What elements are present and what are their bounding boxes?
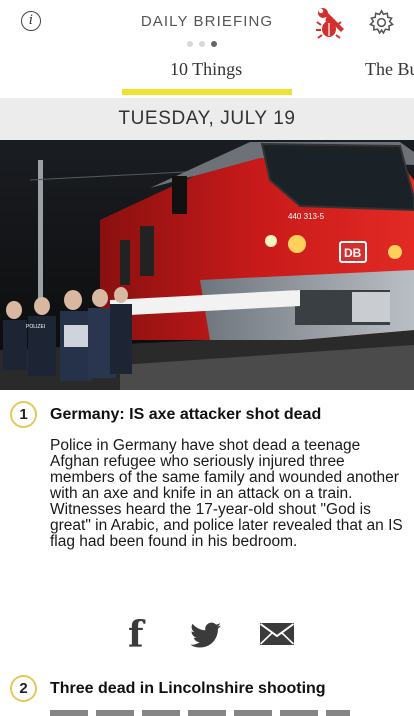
page-dot-active bbox=[211, 41, 217, 47]
hero-image: 440 313-5 DB POLIZEI bbox=[0, 140, 414, 390]
date-header: TUESDAY, JULY 19 bbox=[0, 98, 414, 140]
page-dot bbox=[187, 41, 193, 47]
page-dots bbox=[187, 34, 223, 47]
facebook-glyph: f bbox=[128, 616, 146, 652]
facebook-icon[interactable]: f bbox=[125, 616, 147, 652]
story-number-badge: 2 bbox=[10, 675, 37, 702]
page-title: DAILY BRIEFING bbox=[140, 13, 274, 30]
active-tab-indicator bbox=[122, 89, 292, 95]
story-body: Police in Germany have shot dead a teena… bbox=[50, 437, 403, 550]
tab-10-things[interactable]: 10 Things bbox=[170, 59, 242, 80]
story-title[interactable]: Three dead in Lincolnshire shooting bbox=[50, 680, 326, 698]
story-item[interactable]: 1 Germany: IS axe attacker shot dead Pol… bbox=[0, 400, 414, 610]
top-bar: i DAILY BRIEFING bbox=[0, 0, 414, 48]
bug-wrench-icon[interactable] bbox=[312, 5, 348, 41]
story-number-badge: 1 bbox=[10, 401, 37, 428]
page-dot bbox=[199, 41, 205, 47]
tab-the-business[interactable]: The Bu bbox=[365, 59, 414, 80]
gear-icon[interactable] bbox=[368, 9, 395, 36]
train-number-text: 440 313-5 bbox=[288, 212, 325, 221]
train-photo: 440 313-5 DB POLIZEI bbox=[0, 140, 414, 390]
mail-icon[interactable] bbox=[259, 616, 295, 652]
story-title[interactable]: Germany: IS axe attacker shot dead bbox=[50, 406, 321, 424]
police-label: POLIZEI bbox=[26, 324, 45, 330]
twitter-icon[interactable] bbox=[190, 616, 222, 652]
story-body-preview bbox=[50, 710, 350, 716]
story-item[interactable]: 2 Three dead in Lincolnshire shooting bbox=[0, 674, 414, 716]
section-tabs: 10 Things The Bu bbox=[0, 50, 414, 98]
db-logo-text: DB bbox=[344, 246, 362, 260]
